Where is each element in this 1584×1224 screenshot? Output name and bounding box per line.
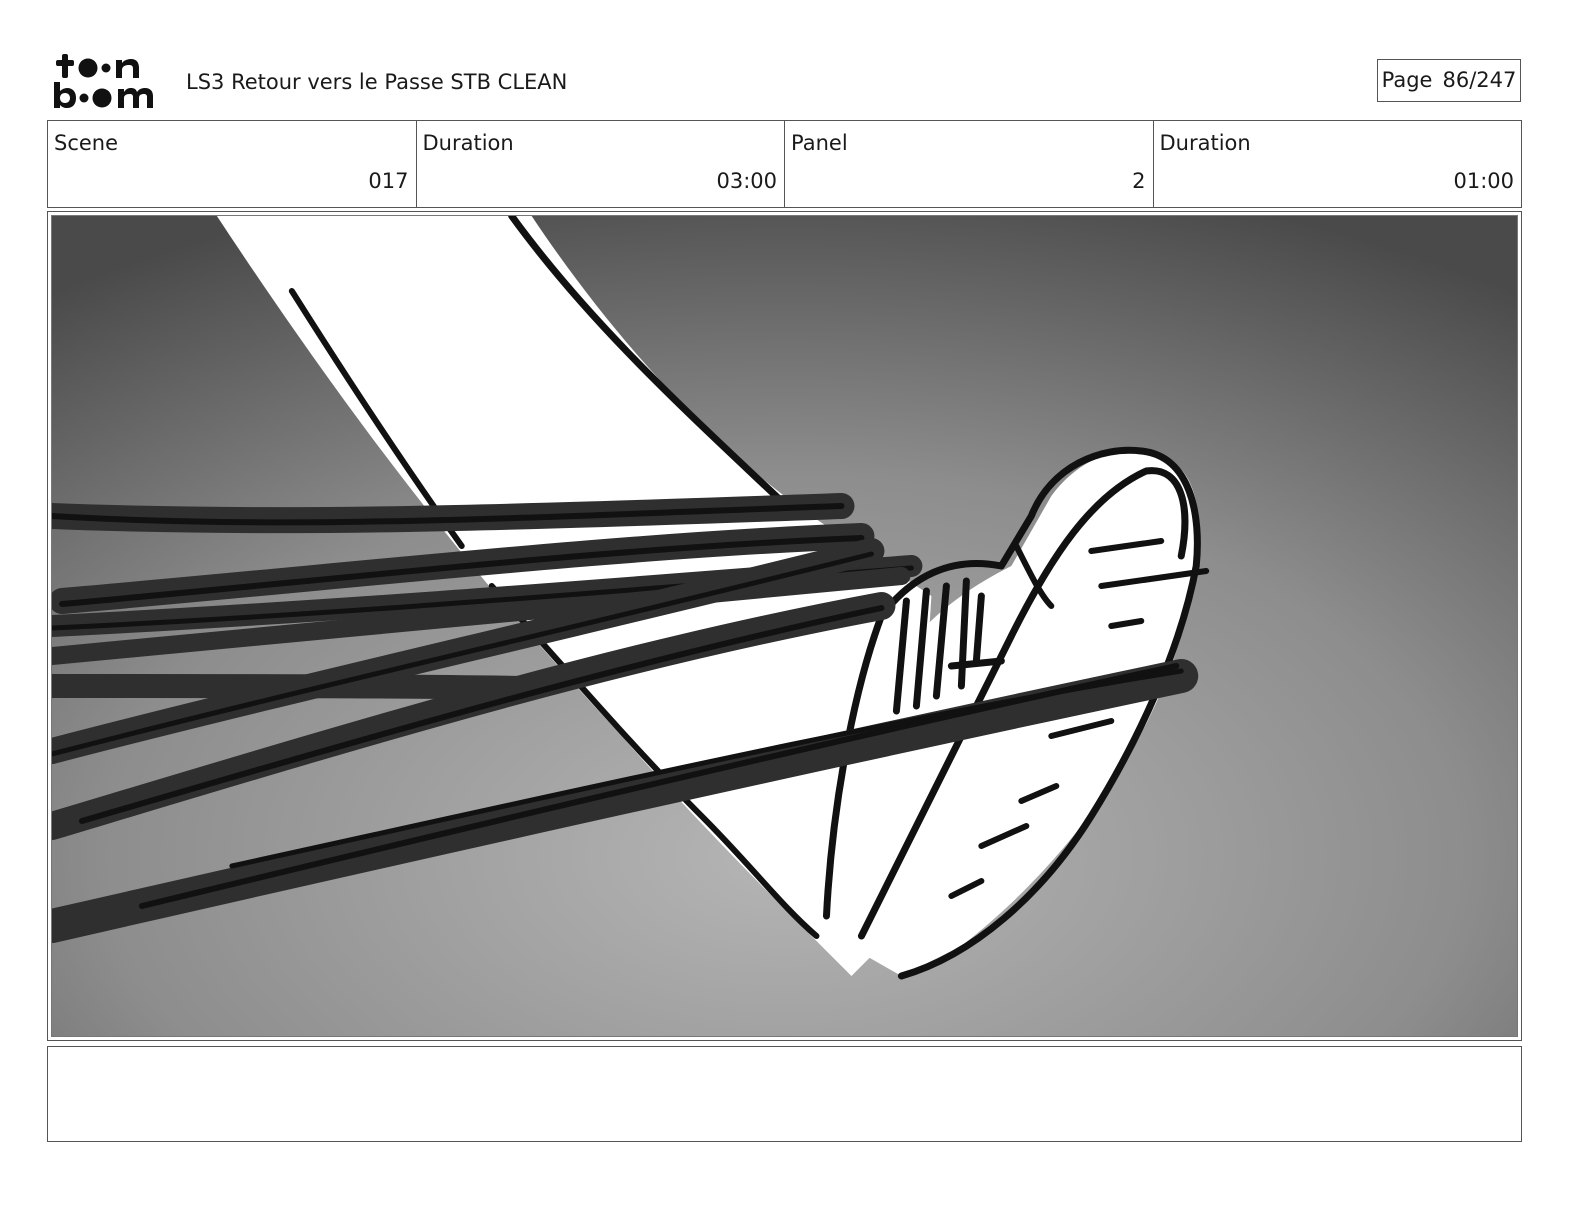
panel-cell: Panel 2: [785, 121, 1154, 207]
storyboard-panel: [51, 215, 1518, 1037]
panel-duration-value: 01:00: [1453, 169, 1514, 193]
scene-label: Scene: [54, 131, 119, 155]
page-label: Page: [1381, 68, 1433, 92]
toon-boom-logo-mark: [54, 54, 153, 108]
scene-info-table: Scene 017 Duration 03:00 Panel 2 Duratio…: [47, 120, 1522, 208]
scene-duration-label: Duration: [422, 131, 514, 155]
page-number: 86/247: [1442, 68, 1517, 92]
storyboard-panel-frame: [47, 211, 1522, 1041]
panel-notes-box: [47, 1046, 1522, 1142]
scene-duration-cell: Duration 03:00: [417, 121, 785, 207]
toon-boom-logo: [52, 50, 164, 112]
panel-duration-label: Duration: [1159, 131, 1251, 155]
document-title: LS3 Retour vers le Passe STB CLEAN: [186, 70, 568, 94]
scene-duration-value: 03:00: [716, 169, 777, 193]
panel-label: Panel: [791, 131, 848, 155]
panel-duration-cell: Duration 01:00: [1154, 121, 1522, 207]
panel-value: 2: [1132, 169, 1146, 193]
scene-cell: Scene 017: [48, 121, 417, 207]
panel-sketch: [52, 216, 1517, 1036]
scene-value: 017: [368, 169, 409, 193]
page-indicator: Page 86/247: [1377, 59, 1521, 102]
